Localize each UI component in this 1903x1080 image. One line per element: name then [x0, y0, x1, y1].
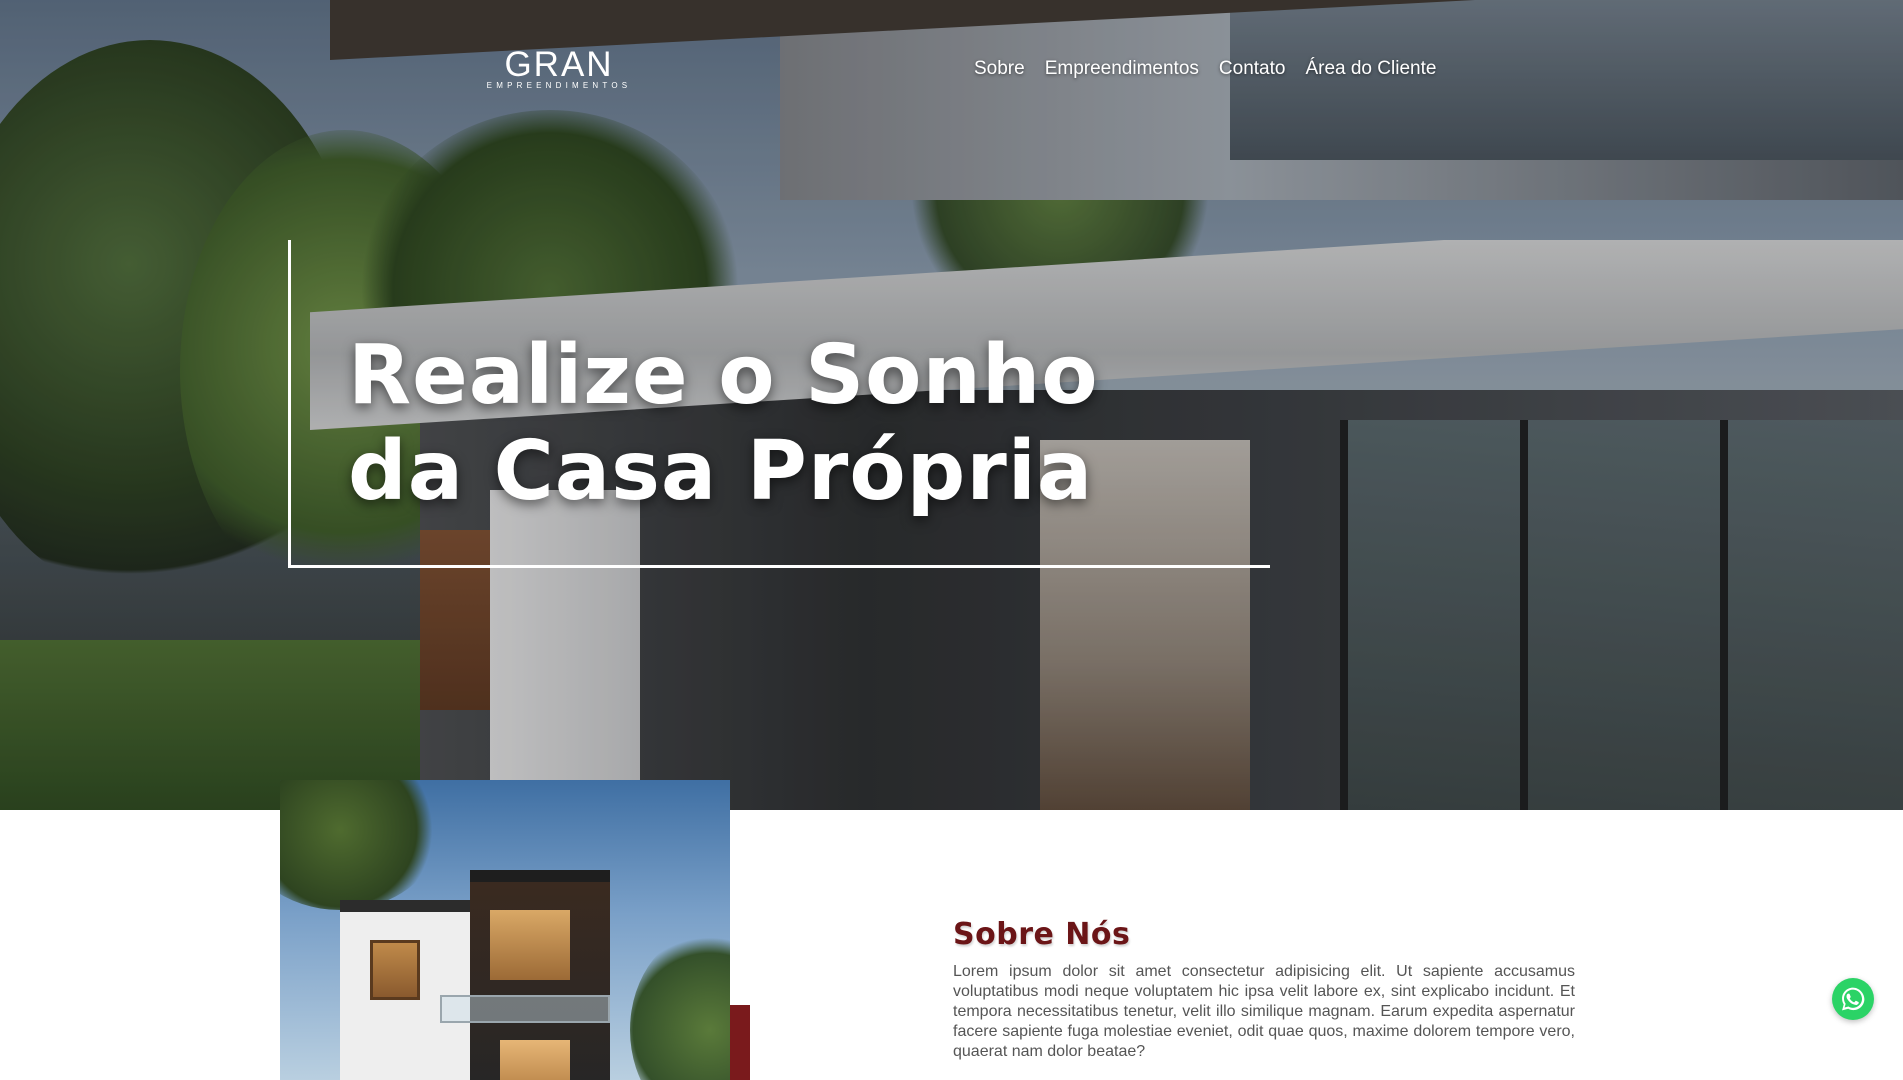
about-accent-bar: [730, 1005, 750, 1080]
logo-tagline: EMPREENDIMENTOS: [486, 81, 632, 90]
hero-headline-line1: Realize o Sonho: [348, 328, 1099, 423]
headline-frame-vertical: [288, 240, 291, 568]
about-image-window: [490, 910, 570, 980]
about-title: Sobre Nós: [953, 917, 1131, 952]
nav-item-empreendimentos[interactable]: Empreendimentos: [1045, 58, 1199, 80]
about-house-image: [280, 780, 730, 1080]
about-text: Lorem ipsum dolor sit amet consectetur a…: [953, 963, 1575, 1060]
about-image-window: [370, 940, 420, 1000]
about-image-balcony: [440, 995, 610, 1023]
nav-item-contato[interactable]: Contato: [1219, 58, 1286, 80]
brand-logo[interactable]: GRAN EMPREENDIMENTOS: [483, 45, 635, 90]
whatsapp-icon: [1842, 987, 1865, 1011]
about-image-door: [500, 1040, 570, 1080]
hero-headline-line2: da Casa Própria: [348, 424, 1094, 519]
about-image-tree: [630, 930, 730, 1080]
logo-wordmark: GRAN: [504, 45, 614, 84]
hero-headline: Realize o Sonho da Casa Própria: [348, 328, 1248, 520]
main-nav: Sobre Empreendimentos Contato Área do Cl…: [974, 58, 1436, 80]
nav-item-area-do-cliente[interactable]: Área do Cliente: [1305, 58, 1436, 80]
nav-item-sobre[interactable]: Sobre: [974, 58, 1025, 80]
headline-frame-horizontal: [288, 565, 1270, 568]
whatsapp-button[interactable]: [1832, 978, 1874, 1020]
about-image-tree: [280, 780, 440, 910]
